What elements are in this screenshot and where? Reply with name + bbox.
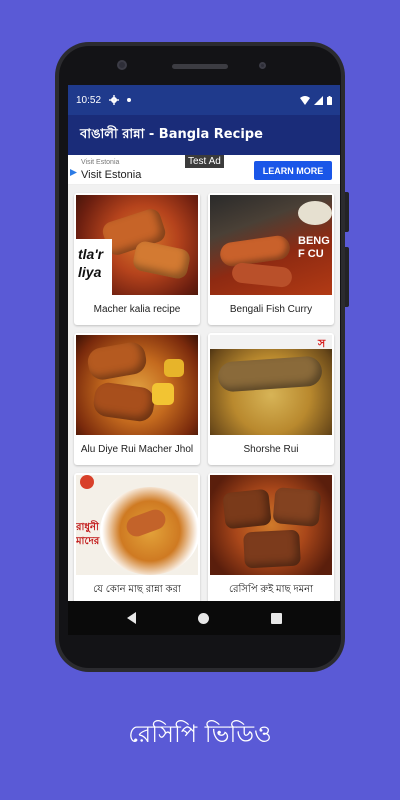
- recipe-thumbnail: রাধুনী মাদের: [76, 475, 198, 575]
- recipe-card[interactable]: tla'r liya Macher kalia recipe: [74, 193, 200, 325]
- recipe-thumbnail: স: [210, 335, 332, 435]
- recipe-card[interactable]: Alu Diye Rui Macher Jhol: [74, 333, 200, 465]
- recipe-card[interactable]: স Shorshe Rui: [208, 333, 334, 465]
- learn-more-button[interactable]: LEARN MORE: [254, 161, 332, 180]
- recipe-title: Bengali Fish Curry: [229, 304, 313, 315]
- home-icon[interactable]: [197, 612, 209, 624]
- sensor-icon: [259, 62, 266, 69]
- recipe-card[interactable]: BENG F CU Bengali Fish Curry: [208, 193, 334, 325]
- recipe-card[interactable]: রেসিপি রুই মাছ দমনা: [208, 473, 334, 601]
- thumbnail-overlay-text: স: [318, 338, 326, 350]
- thumbnail-overlay-text: tla'r liya: [78, 246, 104, 280]
- recipe-thumbnail: [76, 335, 198, 435]
- status-time: 10:52: [76, 94, 102, 106]
- battery-icon: [327, 95, 332, 105]
- thumbnail-overlay-text: রাধুনী মাদের: [76, 522, 100, 547]
- back-icon[interactable]: [126, 612, 136, 624]
- recipe-title: Alu Diye Rui Macher Jhol: [80, 444, 194, 455]
- recipe-grid: tla'r liya Macher kalia recipe BENG F CU…: [68, 185, 340, 601]
- status-bar: 10:52: [68, 85, 340, 115]
- volume-button: [345, 192, 349, 232]
- ad-sponsor-small: Visit Estonia: [81, 159, 120, 166]
- cell-signal-icon: [314, 95, 323, 105]
- ad-sponsor-title[interactable]: Visit Estonia: [81, 169, 141, 181]
- recipe-title: Macher kalia recipe: [93, 304, 181, 315]
- promo-caption: রেসিপি ভিডিও: [128, 720, 272, 748]
- ad-info-icon[interactable]: [70, 169, 77, 176]
- recipe-title: Shorshe Rui: [243, 444, 299, 455]
- test-ad-badge: Test Ad: [185, 155, 224, 168]
- wifi-icon: [300, 95, 310, 105]
- phone-frame: 10:52 বাঙালী রান্না - Bangla Recipe Test…: [55, 42, 349, 672]
- front-camera-icon: [117, 60, 127, 70]
- app-screen: 10:52 বাঙালী রান্না - Bangla Recipe Test…: [68, 85, 340, 635]
- system-nav-bar: [68, 601, 340, 635]
- recipe-thumbnail: tla'r liya: [76, 195, 198, 295]
- gear-icon: [109, 95, 120, 105]
- ad-banner[interactable]: Test Ad Visit Estonia Visit Estonia LEAR…: [68, 155, 340, 185]
- app-title: বাঙালী রান্না - Bangla Recipe: [80, 126, 263, 142]
- recipe-title: যে কোন মাছ রান্না করা: [93, 584, 181, 595]
- power-button: [345, 247, 349, 307]
- thumbnail-overlay-text: BENG F CU: [298, 235, 330, 260]
- notification-dot-icon: [127, 98, 132, 102]
- phone-bezel: 10:52 বাঙালী রান্না - Bangla Recipe Test…: [59, 46, 341, 668]
- recent-apps-icon[interactable]: [270, 612, 282, 624]
- recipe-thumbnail: BENG F CU: [210, 195, 332, 295]
- recipe-card[interactable]: রাধুনী মাদের যে কোন মাছ রান্না করা: [74, 473, 200, 601]
- recipe-title: রেসিপি রুই মাছ দমনা: [228, 584, 314, 595]
- app-bar: বাঙালী রান্না - Bangla Recipe: [68, 115, 340, 155]
- recipe-thumbnail: [210, 475, 332, 575]
- earpiece: [172, 64, 228, 69]
